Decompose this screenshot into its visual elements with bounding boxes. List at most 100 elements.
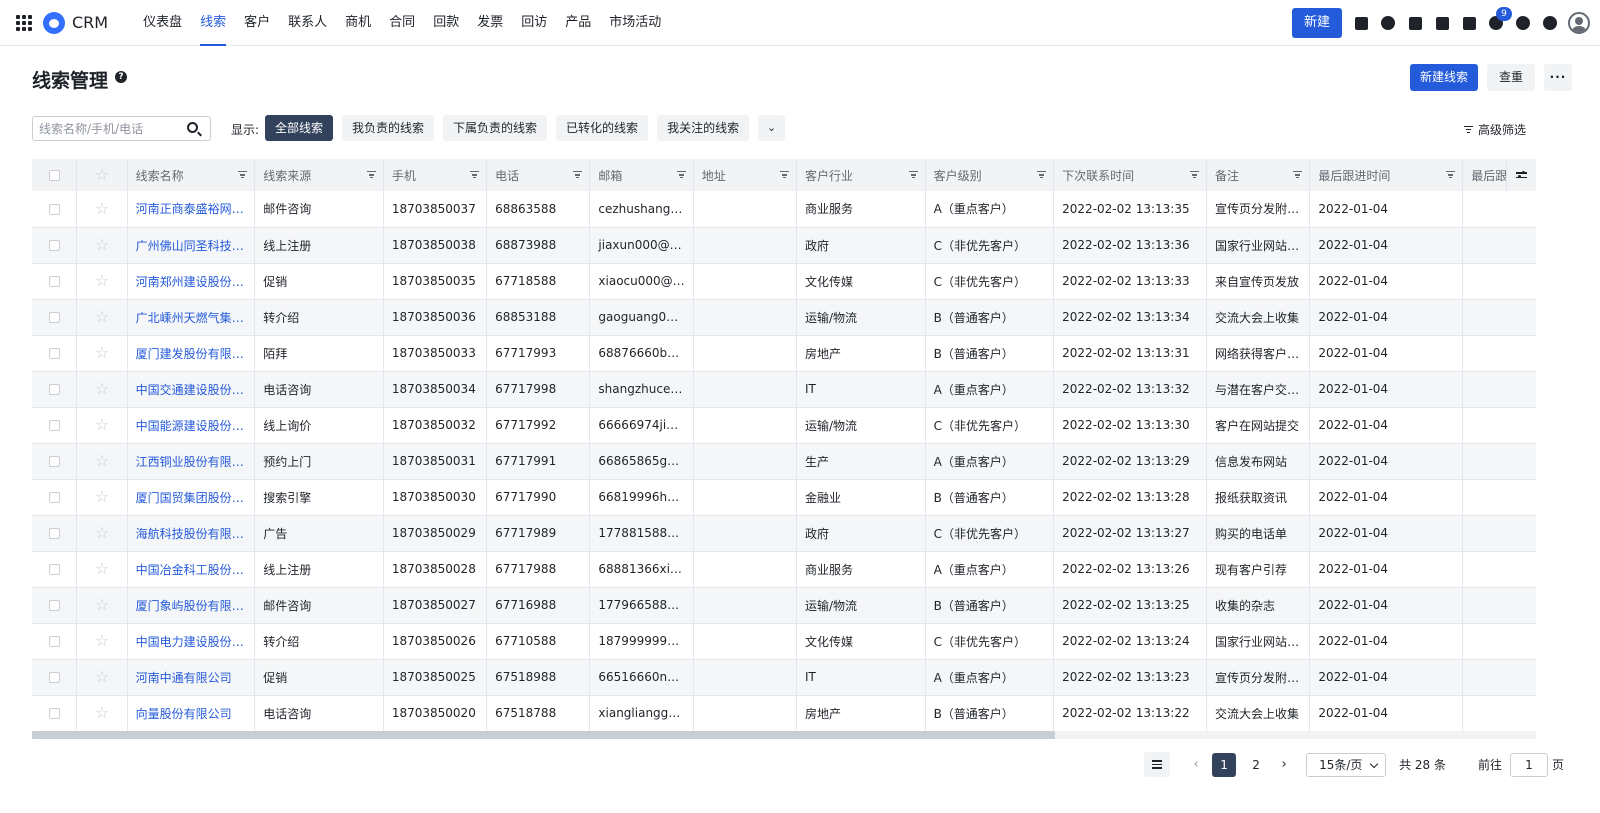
column-header[interactable]: 电话 <box>486 159 591 191</box>
page-size-select[interactable]: 15条/页 <box>1306 752 1387 777</box>
star-icon[interactable]: ☆ <box>76 263 128 300</box>
filter-icon[interactable] <box>573 171 583 178</box>
star-icon[interactable]: ☆ <box>76 443 128 480</box>
lead-name-link[interactable]: 河南中通有限公司 <box>127 659 256 696</box>
table-row[interactable]: ☆ 厦门象屿股份有限公司 邮件咨询 18703850027 67716988 177966… <box>32 587 1536 624</box>
nav-item[interactable]: 联系人 <box>279 0 336 46</box>
nav-item[interactable]: 客户 <box>235 0 279 46</box>
star-icon[interactable]: ☆ <box>76 515 128 552</box>
table-row[interactable]: ☆中国电力建设股份有限公司转介绍187038500266771058818799… <box>32 623 1536 660</box>
chevron-down-icon[interactable]: ⌄ <box>758 115 786 141</box>
table-row[interactable]: ☆河南郑州建设股份有限公司促销1870385003567718588xiaocu… <box>32 263 1536 300</box>
filter-chip[interactable]: 我关注的线索 <box>657 115 750 141</box>
lead-name-link[interactable]: 中国交通建设股份有限公司 <box>127 371 256 408</box>
avatar[interactable] <box>1568 12 1590 34</box>
row-checkbox[interactable] <box>32 623 78 660</box>
lead-name-link[interactable]: 河南郑州建设股份有限公司 <box>127 263 256 300</box>
column-header[interactable]: 备注 <box>1206 159 1311 191</box>
bell-icon[interactable]: 9 <box>1488 7 1512 31</box>
row-checkbox[interactable] <box>32 407 78 444</box>
prev-page-icon[interactable]: ‹ <box>1184 757 1208 772</box>
task-icon[interactable] <box>1353 15 1369 31</box>
calendar-icon[interactable] <box>1461 15 1477 31</box>
advanced-filter-button[interactable]: 高级筛选 <box>1463 121 1526 138</box>
table-row[interactable]: ☆ 厦门建发股份有限公司 陌拜 18703850033 67717993 68876660… <box>32 335 1536 372</box>
lead-name-link[interactable]: 海航科技股份有限公司 <box>127 515 256 552</box>
filter-icon[interactable] <box>676 171 686 178</box>
star-icon[interactable]: ☆ <box>76 227 128 264</box>
lead-name-link[interactable]: 向量股份有限公司 <box>127 695 256 731</box>
column-header[interactable]: 线索名称 <box>127 159 256 191</box>
table-row[interactable]: ☆ 江西铜业股份有限公司 预约上门 18703850031 67717991 668658… <box>32 443 1536 480</box>
filter-icon[interactable] <box>1293 171 1303 178</box>
lead-name-link[interactable]: 中国电力建设股份有限公司 <box>127 623 256 660</box>
row-checkbox[interactable] <box>32 299 78 336</box>
lead-name-link[interactable]: 广州佛山同圣科技有限公司 <box>127 227 256 264</box>
help-icon[interactable] <box>1515 15 1531 31</box>
user-icon[interactable] <box>1380 15 1396 31</box>
filter-chip[interactable]: 全部线索 <box>265 115 334 141</box>
new-lead-button[interactable]: 新建线索 <box>1409 64 1478 91</box>
nav-item[interactable]: 商机 <box>336 0 380 46</box>
page-number[interactable]: 1 <box>1212 752 1237 777</box>
row-checkbox[interactable] <box>32 479 78 516</box>
star-icon[interactable]: ☆ <box>76 479 128 516</box>
column-header[interactable]: 线索来源 <box>254 159 384 191</box>
nav-item[interactable]: 发票 <box>468 0 512 46</box>
lead-name-link[interactable]: 厦门国贸集团股份有限公司 <box>127 479 256 516</box>
filter-chip[interactable]: 我负责的线索 <box>342 115 435 141</box>
star-icon[interactable]: ☆ <box>76 371 128 408</box>
lead-name-link[interactable]: 厦门建发股份有限公司 <box>127 335 256 372</box>
table-row[interactable]: ☆中国冶金科工股份有限公司线上注册18703850028677179886888… <box>32 551 1536 588</box>
table-row[interactable]: ☆河南正商泰盛裕网络科技有限公司邮件咨询1870385003768863588c… <box>32 191 1536 228</box>
select-all-checkbox[interactable] <box>32 159 78 191</box>
column-settings-icon[interactable] <box>1506 159 1536 191</box>
column-header[interactable]: 客户行业 <box>796 159 926 191</box>
row-checkbox[interactable] <box>32 443 78 480</box>
lead-name-link[interactable]: 中国能源建设股份有限公司 <box>127 407 256 444</box>
star-icon[interactable]: ☆ <box>76 623 128 660</box>
nav-item[interactable]: 仪表盘 <box>134 0 191 46</box>
row-checkbox[interactable] <box>32 263 78 300</box>
filter-icon[interactable] <box>470 171 480 178</box>
star-icon[interactable]: ☆ <box>76 587 128 624</box>
scrollbar-thumb[interactable] <box>32 731 1055 739</box>
filter-icon[interactable] <box>908 171 918 178</box>
column-header[interactable]: 手机 <box>383 159 488 191</box>
dedupe-button[interactable]: 查重 <box>1486 64 1535 91</box>
filter-icon[interactable] <box>1037 171 1047 178</box>
search-input[interactable] <box>33 117 178 140</box>
nav-item[interactable]: 回款 <box>424 0 468 46</box>
filter-icon[interactable] <box>779 171 789 178</box>
column-header[interactable]: 邮箱 <box>589 159 694 191</box>
star-icon[interactable]: ☆ <box>76 191 128 228</box>
table-row[interactable]: ☆ 向量股份有限公司 电话咨询 18703850020 67518788 xianglia… <box>32 695 1536 731</box>
table-row[interactable]: ☆中国能源建设股份有限公司线上询价18703850032677179926666… <box>32 407 1536 444</box>
row-checkbox[interactable] <box>32 515 78 552</box>
goto-page-input[interactable]: 1 <box>1509 752 1548 777</box>
table-row[interactable]: ☆ 海航科技股份有限公司 广告 18703850029 67717989 17788158… <box>32 515 1536 552</box>
row-checkbox[interactable] <box>32 551 78 588</box>
table-row[interactable]: ☆ 河南中通有限公司 促销 18703850025 67518988 66516660ne… <box>32 659 1536 696</box>
nav-item[interactable]: 线索 <box>191 0 235 46</box>
filter-icon[interactable] <box>238 171 248 178</box>
star-icon[interactable]: ☆ <box>76 335 128 372</box>
table-row[interactable]: ☆中国交通建设股份有限公司电话咨询1870385003467717998shan… <box>32 371 1536 408</box>
horizontal-scrollbar[interactable] <box>32 731 1536 739</box>
star-icon[interactable]: ☆ <box>76 299 128 336</box>
star-icon[interactable]: ☆ <box>76 551 128 588</box>
nav-item[interactable]: 合同 <box>380 0 424 46</box>
lead-name-link[interactable]: 江西铜业股份有限公司 <box>127 443 256 480</box>
next-page-icon[interactable]: › <box>1272 757 1296 772</box>
document-icon[interactable] <box>1407 15 1423 31</box>
lead-name-link[interactable]: 广北嵊州天燃气集团有限公司 <box>127 299 256 336</box>
table-row[interactable]: ☆厦门国贸集团股份有限公司搜索引擎18703850030677179906681… <box>32 479 1536 516</box>
help-icon[interactable]: ? <box>115 71 127 83</box>
lead-name-link[interactable]: 中国冶金科工股份有限公司 <box>127 551 256 588</box>
star-icon[interactable]: ☆ <box>76 695 128 731</box>
column-header[interactable]: 下次联系时间 <box>1053 159 1208 191</box>
star-icon[interactable]: ☆ <box>76 407 128 444</box>
row-checkbox[interactable] <box>32 227 78 264</box>
more-button[interactable]: ··· <box>1544 64 1572 91</box>
lead-name-link[interactable]: 河南正商泰盛裕网络科技有限公司 <box>127 191 256 228</box>
